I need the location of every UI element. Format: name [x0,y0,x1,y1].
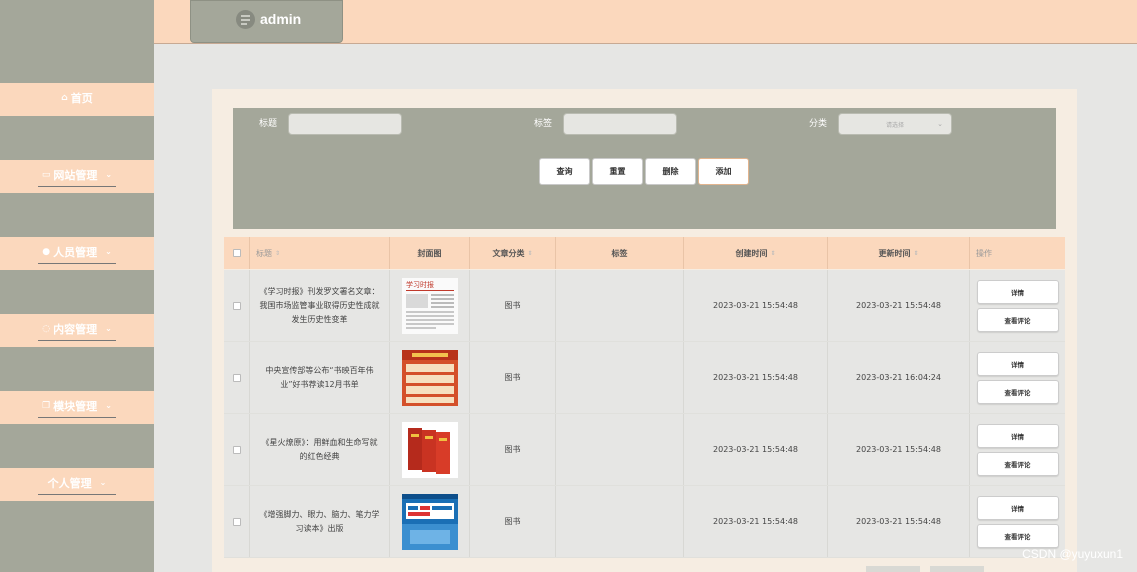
row-updated-time: 2023-03-21 15:54:48 [828,486,970,557]
view-comments-button[interactable]: 查看评论 [976,451,1059,476]
row-created-time: 2023-03-21 15:54:48 [684,486,828,557]
row-tag [556,486,684,557]
view-comments-button[interactable]: 查看评论 [976,379,1059,404]
row-created-time: 2023-03-21 15:54:48 [684,414,828,485]
row-title: 《增强脚力、眼力、脑力、笔力学习读本》出版 [250,486,390,557]
sort-icon: ⇕ [770,249,776,257]
menu-lines-icon [236,10,255,29]
row-checkbox[interactable] [232,517,241,526]
view-comments-button[interactable]: 查看评论 [976,523,1059,548]
sort-icon: ⇕ [275,249,281,257]
chevron-down-icon: ⌄ [105,170,113,179]
cover-image [401,421,458,478]
row-category: 图书 [470,342,556,413]
sidebar-item-label: 模块管理 [53,399,98,413]
monitor-icon: ▭ [41,169,51,180]
column-header-created[interactable]: 创建时间 ⇕ [684,237,828,269]
chevron-down-icon: ⌄ [105,401,112,410]
sidebar-item-label: 首页 [70,92,93,105]
pagination-control[interactable] [930,566,984,572]
sidebar-item-site-management[interactable]: ▭ 网站管理 ⌄ [0,160,154,193]
select-all-cell [224,237,250,269]
detail-button[interactable]: 详情 [976,423,1059,448]
table-header: 标题 ⇕ 封面图 文章分类 ⇕ 标签 创建时间 ⇕ 更新时间 ⇕ 操作 [224,237,1065,269]
column-header-title[interactable]: 标题 ⇕ [250,237,390,269]
column-header-actions: 操作 [976,248,992,258]
table-body: 《学习时报》刊发罗文署名文章：我国市场监管事业取得历史性成就发生历史性变革 学习… [224,270,1065,558]
select-all-checkbox[interactable] [232,249,241,257]
home-icon: ⌂ [61,93,68,103]
table-row: 中央宣传部等公布“书映百年伟业”好书荐读12月书单 图书 2023-03-21 … [224,342,1065,414]
column-header-category[interactable]: 文章分类 ⇕ [470,237,556,269]
sidebar-item-label: 人员管理 [53,245,98,259]
reset-button[interactable]: 重置 [592,158,643,185]
search-button[interactable]: 查询 [539,158,590,185]
sidebar-item-module-management[interactable]: ❐ 模块管理 ⌄ [0,391,154,424]
sort-icon: ⇕ [527,249,533,257]
chevron-down-icon: ⌄ [105,247,112,256]
chevron-down-icon: ⌄ [937,120,943,128]
row-created-time: 2023-03-21 15:54:48 [684,270,828,341]
row-checkbox[interactable] [232,445,241,454]
sidebar-item-staff-management[interactable]: ● 人员管理 ⌄ [0,237,154,270]
category-filter-label: 分类 [809,119,828,129]
delete-button[interactable]: 删除 [645,158,696,185]
chat-icon: ◌ [42,323,51,334]
row-created-time: 2023-03-21 15:54:48 [684,342,828,413]
table-row: 《增强脚力、眼力、脑力、笔力学习读本》出版 图书 2023-03-21 15:5… [224,486,1065,558]
column-header-cover: 封面图 [390,237,470,269]
detail-button[interactable]: 详情 [976,495,1059,520]
tag-search-input[interactable] [563,113,677,135]
row-tag [556,270,684,341]
table-row: 《星火燎原》：用鲜血和生命写就的红色经典 图书 2023-03-21 15:54… [224,414,1065,486]
cover-image [401,493,458,550]
category-select[interactable]: 请选择 ⌄ [838,113,952,135]
sidebar-item-content-management[interactable]: ◌ 内容管理 ⌄ [0,314,154,347]
user-icon: ● [42,246,51,257]
sidebar-item-label: 个人管理 [47,476,92,490]
tag-filter-label: 标签 [534,119,553,129]
column-header-tag: 标签 [556,237,684,269]
svg-text:学习时报: 学习时报 [406,280,434,289]
row-updated-time: 2023-03-21 15:54:48 [828,270,970,341]
row-tag [556,342,684,413]
sidebar-item-label: 内容管理 [53,322,98,336]
view-comments-button[interactable]: 查看评论 [976,307,1059,332]
sidebar-item-home[interactable]: ⌂ 首页 [0,83,154,116]
cover-image: 学习时报 [401,277,458,334]
table-row: 《学习时报》刊发罗文署名文章：我国市场监管事业取得历史性成就发生历史性变革 学习… [224,270,1065,342]
row-updated-time: 2023-03-21 16:04:24 [828,342,970,413]
sidebar-item-label: 网站管理 [53,168,98,182]
sort-icon: ⇕ [913,249,919,257]
row-category: 图书 [470,486,556,557]
detail-button[interactable]: 详情 [976,279,1059,304]
title-search-input[interactable] [288,113,402,135]
app-title: admin [260,11,302,27]
chevron-down-icon: ⌄ [105,324,112,333]
watermark: CSDN @yuyuxun1 [1022,547,1123,561]
row-title: 《星火燎原》：用鲜血和生命写就的红色经典 [250,414,390,485]
brand-header: admin [190,0,343,43]
row-category: 图书 [470,270,556,341]
row-updated-time: 2023-03-21 15:54:48 [828,414,970,485]
sidebar-item-personal-management[interactable]: 个人管理 ⌄ [0,468,154,501]
chevron-down-icon: ⌄ [99,478,107,487]
copy-icon: ❐ [42,400,51,411]
row-checkbox[interactable] [232,373,241,382]
pagination-control[interactable] [866,566,920,572]
add-button[interactable]: 添加 [698,158,749,185]
category-select-placeholder: 请选择 [885,121,904,129]
title-filter-label: 标题 [259,119,278,129]
row-category: 图书 [470,414,556,485]
detail-button[interactable]: 详情 [976,351,1059,376]
row-title: 《学习时报》刊发罗文署名文章：我国市场监管事业取得历史性成就发生历史性变革 [250,270,390,341]
cover-image [401,349,458,406]
column-header-updated[interactable]: 更新时间 ⇕ [828,237,970,269]
sidebar: ⌂ 首页 ▭ 网站管理 ⌄ ● 人员管理 ⌄ ◌ 内容管理 ⌄ ❐ 模块管理 ⌄ [0,0,154,572]
row-checkbox[interactable] [232,301,241,310]
row-tag [556,414,684,485]
row-title: 中央宣传部等公布“书映百年伟业”好书荐读12月书单 [250,342,390,413]
